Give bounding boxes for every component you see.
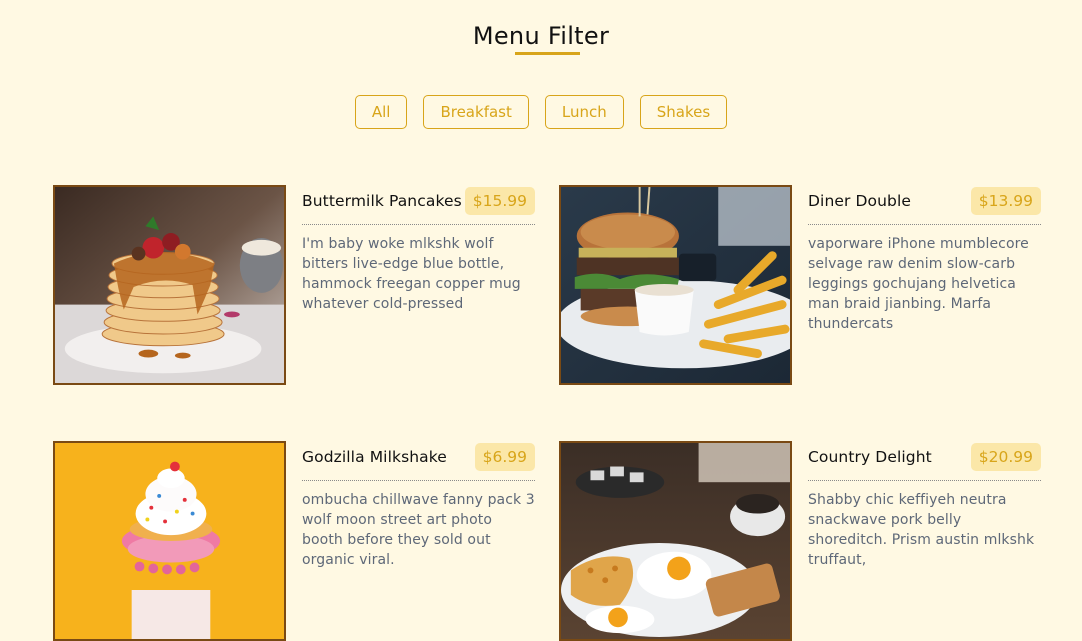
item-price: $20.99 [970, 442, 1041, 471]
item-name: Country Delight [808, 447, 932, 466]
item-header: Country Delight $20.99 [808, 441, 1041, 481]
pancakes-photo [53, 185, 286, 385]
item-name: Buttermilk Pancakes [302, 191, 462, 210]
title-underline [515, 52, 580, 55]
item-header: Diner Double $13.99 [808, 185, 1041, 225]
item-info: Godzilla Milkshake $6.99 ombucha chillwa… [302, 441, 535, 570]
milkshake-photo [53, 441, 286, 641]
item-header: Godzilla Milkshake $6.99 [302, 441, 535, 481]
item-description: I'm baby woke mlkshk wolf bitters live-e… [302, 236, 521, 312]
filter-all-button[interactable]: All [354, 95, 408, 129]
breakfast-plate-photo [559, 441, 792, 641]
item-description: ombucha chillwave fanny pack 3 wolf moon… [302, 492, 535, 568]
filter-shakes-button[interactable]: Shakes [639, 95, 728, 129]
menu-item: Buttermilk Pancakes $15.99 I'm baby woke… [53, 185, 541, 385]
page-title: Menu Filter [472, 22, 610, 50]
menu-item: Godzilla Milkshake $6.99 ombucha chillwa… [53, 441, 541, 641]
item-price: $15.99 [464, 186, 535, 215]
menu-item: Diner Double $13.99 vaporware iPhone mum… [559, 185, 1047, 385]
item-info: Country Delight $20.99 Shabby chic keffi… [808, 441, 1041, 570]
filter-bar: All Breakfast Lunch Shakes [0, 95, 1082, 129]
item-description: Shabby chic keffiyeh neutra snackwave po… [808, 492, 1035, 568]
item-price: $6.99 [474, 442, 535, 471]
item-name: Diner Double [808, 191, 912, 210]
item-name: Godzilla Milkshake [302, 447, 447, 466]
item-header: Buttermilk Pancakes $15.99 [302, 185, 535, 225]
menu-item: Country Delight $20.99 Shabby chic keffi… [559, 441, 1047, 641]
filter-lunch-button[interactable]: Lunch [544, 95, 624, 129]
item-info: Buttermilk Pancakes $15.99 I'm baby woke… [302, 185, 535, 314]
item-description: vaporware iPhone mumblecore selvage raw … [808, 236, 1029, 332]
filter-breakfast-button[interactable]: Breakfast [423, 95, 529, 129]
item-info: Diner Double $13.99 vaporware iPhone mum… [808, 185, 1041, 334]
item-price: $13.99 [970, 186, 1041, 215]
burger-photo [559, 185, 792, 385]
